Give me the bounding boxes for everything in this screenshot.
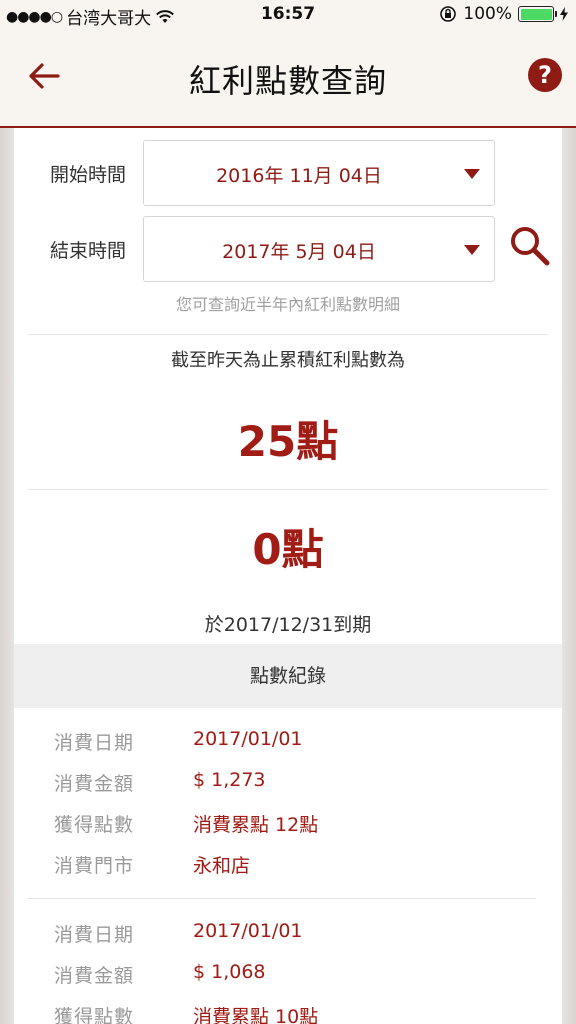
list-item: 消費日期 2017/01/01 消費金額 $ 1,068 獲得點數 消費累點 1…: [14, 916, 562, 1024]
record-amount-label: 消費金額: [54, 773, 135, 795]
divider: [28, 898, 536, 899]
record-store-row: 消費門市 永和店: [14, 847, 562, 888]
start-date-label: 開始時間: [50, 164, 127, 186]
record-amount-row: 消費金額 $ 1,068: [14, 957, 562, 998]
content-card: 開始時間 2016年 11月 04日 結束時間 2017年 5月 04日 您可查…: [14, 128, 562, 1024]
record-amount: $ 1,273: [193, 769, 266, 791]
expiring-points: 0點: [252, 525, 324, 574]
nav-bar: 紅利點數查詢 ?: [0, 30, 576, 128]
battery-icon: [518, 6, 557, 22]
start-date-row: 開始時間 2016年 11月 04日: [14, 140, 562, 206]
end-date-select[interactable]: 2017年 5月 04日: [143, 216, 495, 282]
rotation-lock-icon: [440, 6, 457, 22]
end-date-row: 結束時間 2017年 5月 04日: [14, 216, 562, 282]
record-date-row: 消費日期 2017/01/01: [14, 916, 562, 957]
record-date: 2017/01/01: [193, 920, 303, 942]
record-amount-row: 消費金額 $ 1,273: [14, 765, 562, 806]
record-date-row: 消費日期 2017/01/01: [14, 724, 562, 765]
search-icon[interactable]: [508, 224, 552, 268]
record-points: 消費累點 10點: [193, 1006, 319, 1024]
record-store-label: 消費門市: [54, 855, 135, 877]
end-date-value: 2017年 5月 04日: [222, 241, 376, 263]
charging-icon: [560, 7, 568, 21]
expire-date-text: 於2017/12/31到期: [204, 614, 372, 636]
dropdown-arrow-icon: [464, 169, 480, 179]
record-points-row: 獲得點數 消費累點 12點: [14, 806, 562, 847]
record-points-label: 獲得點數: [54, 814, 135, 836]
record-points: 消費累點 12點: [193, 814, 319, 836]
help-button[interactable]: ?: [528, 58, 562, 92]
query-hint: 您可查詢近半年內紅利點數明細: [175, 295, 400, 314]
status-bar: ●●●●○ 台湾大哥大 16:57 100%: [0, 0, 576, 30]
page-title: 紅利點數查詢: [188, 62, 387, 100]
list-item: 消費日期 2017/01/01 消費金額 $ 1,273 獲得點數 消費累點 1…: [14, 724, 562, 888]
accumulated-points: 25點: [237, 417, 339, 466]
record-date-label: 消費日期: [54, 732, 135, 754]
end-date-label: 結束時間: [50, 240, 127, 262]
divider: [28, 489, 548, 490]
record-amount-label: 消費金額: [54, 965, 135, 987]
record-points-label: 獲得點數: [54, 1006, 135, 1024]
start-date-select[interactable]: 2016年 11月 04日: [143, 140, 495, 206]
divider: [28, 334, 548, 335]
battery-percent: 100%: [463, 4, 512, 24]
dropdown-arrow-icon: [464, 245, 480, 255]
summary-label: 截至昨天為止累積紅利點數為: [171, 350, 405, 371]
record-store: 永和店: [193, 855, 251, 877]
status-right: 100%: [439, 4, 568, 24]
record-date: 2017/01/01: [193, 728, 303, 750]
start-date-value: 2016年 11月 04日: [216, 165, 382, 187]
record-date-label: 消費日期: [54, 924, 135, 946]
records-header: 點數紀錄: [14, 644, 562, 708]
record-points-row: 獲得點數 消費累點 10點: [14, 998, 562, 1024]
record-amount: $ 1,068: [193, 961, 266, 983]
